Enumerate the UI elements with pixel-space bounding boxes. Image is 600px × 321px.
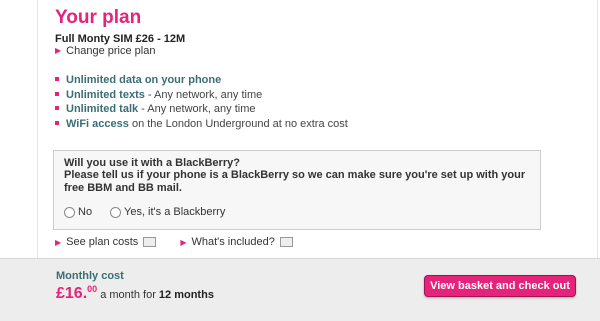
monthly-cost-footer: Monthly cost £16.00 a month for 12 month…	[0, 258, 600, 321]
plan-links: ▶ See plan costs ▶ What's included?	[55, 236, 293, 248]
feature-item: Unlimited data on your phone	[55, 73, 348, 88]
feature-item: Unlimited texts - Any network, any time	[55, 88, 348, 103]
feature-detail: - Any network, any time	[138, 103, 256, 115]
features-list: Unlimited data on your phone Unlimited t…	[55, 73, 348, 131]
radio-yes-circle[interactable]	[110, 206, 121, 218]
radio-no-circle[interactable]	[64, 206, 75, 218]
arrow-right-icon: ▶	[180, 237, 187, 247]
square-bullet-icon	[55, 106, 59, 110]
feature-name: Unlimited talk	[66, 103, 139, 115]
price-pence: 00	[87, 284, 98, 294]
price-line: £16.00 a month for 12 months	[56, 284, 214, 303]
feature-item: WiFi access on the London Underground at…	[55, 117, 348, 132]
change-price-plan-link[interactable]: ▶ Change price plan	[55, 45, 155, 57]
info-box-icon[interactable]	[143, 237, 157, 247]
radio-yes-blackberry[interactable]: Yes, it's a Blackberry	[110, 206, 225, 218]
monthly-cost-label: Monthly cost	[56, 270, 124, 282]
see-plan-costs-link[interactable]: ▶ See plan costs	[55, 236, 157, 248]
radio-yes-label: Yes, it's a Blackberry	[124, 206, 226, 218]
feature-name: WiFi access	[66, 117, 129, 130]
view-basket-checkout-button[interactable]: View basket and check out	[424, 275, 576, 297]
whats-included-link[interactable]: ▶ What's included?	[180, 236, 293, 248]
feature-name: Unlimited texts	[66, 88, 145, 101]
radio-no-label: No	[78, 206, 93, 218]
blackberry-question-box: Will you use it with a BlackBerry? Pleas…	[53, 150, 541, 230]
price-pounds: £16.	[56, 285, 88, 302]
arrow-right-icon: ▶	[55, 237, 62, 247]
square-bullet-icon	[55, 77, 59, 81]
page-title: Your plan	[55, 7, 142, 28]
feature-detail: - Any network, any time	[144, 88, 263, 101]
whats-included-label: What's included?	[191, 236, 275, 248]
see-plan-costs-label: See plan costs	[66, 236, 139, 248]
price-term: 12 months	[158, 289, 214, 301]
radio-no[interactable]: No	[64, 206, 92, 218]
feature-item: Unlimited talk - Any network, any time	[55, 102, 348, 117]
change-price-plan-label: Change price plan	[66, 45, 156, 57]
plan-name: Full Monty SIM £26 - 12M	[55, 33, 186, 45]
blackberry-question: Will you use it with a BlackBerry?	[64, 157, 240, 169]
arrow-right-icon: ▶	[55, 46, 62, 55]
feature-detail: on the London Underground at no extra co…	[128, 117, 348, 130]
square-bullet-icon	[55, 120, 59, 125]
info-box-icon[interactable]	[279, 237, 293, 247]
square-bullet-icon	[55, 91, 59, 96]
feature-name: Unlimited data on your phone	[66, 74, 222, 86]
price-per-month: a month for	[97, 289, 159, 301]
blackberry-prompt: Please tell us if your phone is a BlackB…	[64, 169, 526, 194]
